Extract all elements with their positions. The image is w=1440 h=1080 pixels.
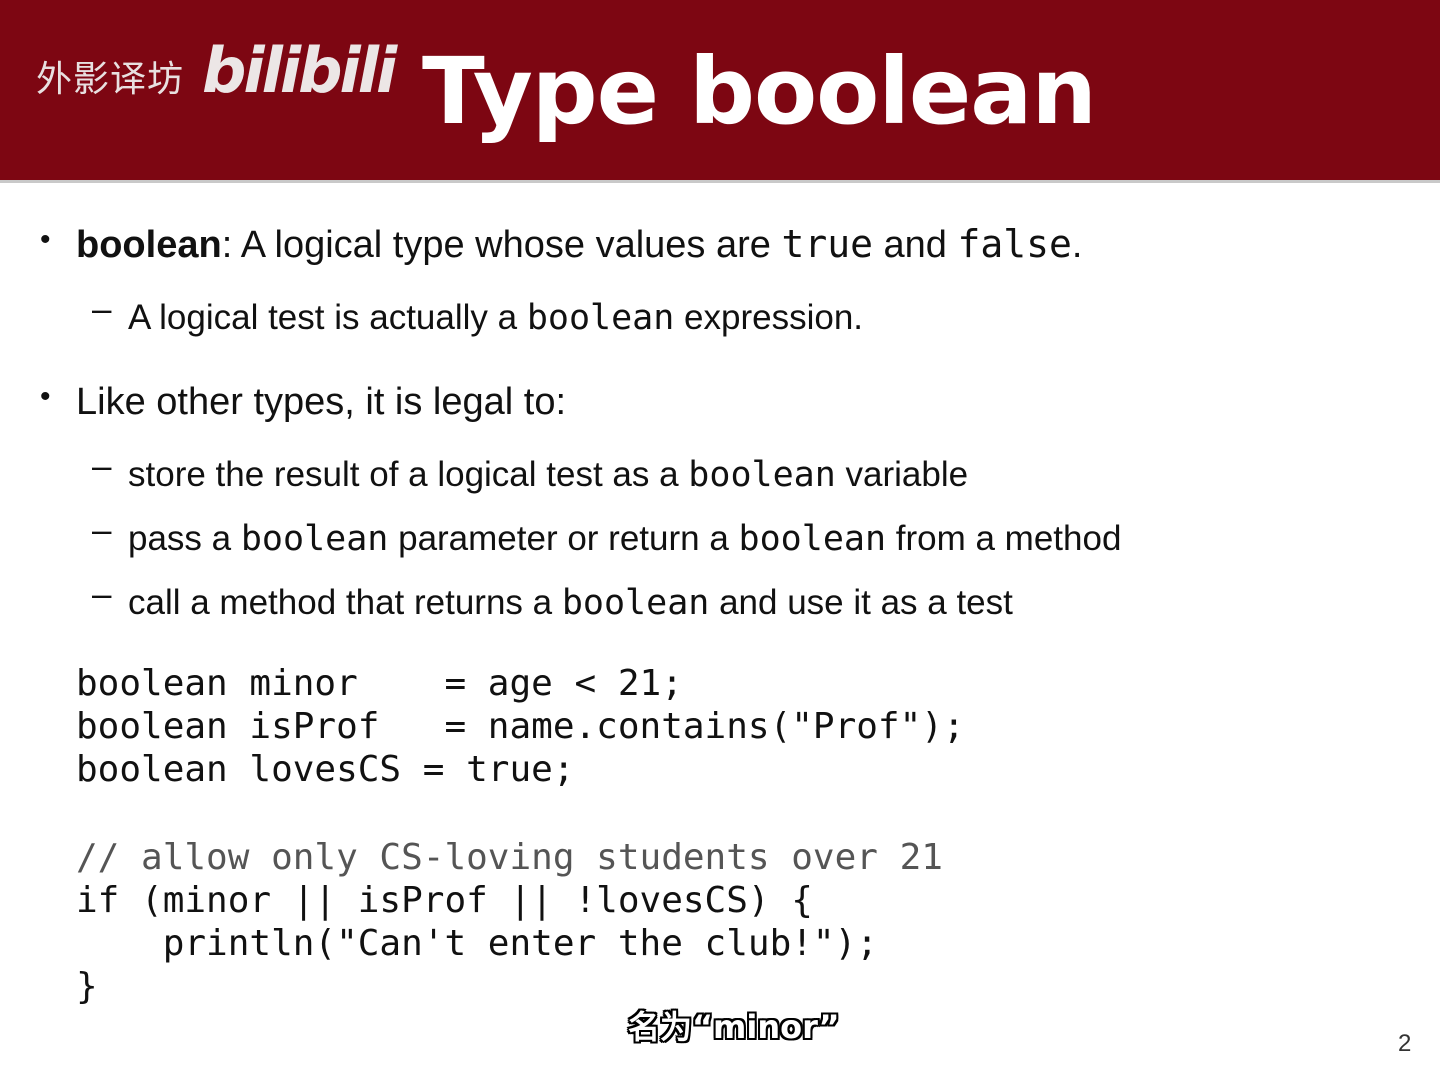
code-line: boolean minor = age < 21; (76, 663, 683, 704)
sub-bullet-text: parameter or return a (388, 519, 739, 558)
code-comment: // allow only CS-loving students over 21 (76, 837, 943, 878)
sub-bullet-logical-test: – A logical test is actually a boolean ex… (92, 290, 863, 338)
sub-bullet-text: pass a (128, 519, 241, 558)
code-true: true (781, 222, 873, 266)
slide-header: 外影译坊 bilibili Type boolean (0, 0, 1440, 183)
bullet-like-other-types: • Like other types, it is legal to: (40, 380, 566, 424)
dash-icon: – (92, 290, 112, 329)
term-boolean: boolean (76, 224, 222, 266)
sub-bullet-text: store the result of a logical test as a (128, 455, 689, 494)
bullet-text: Like other types, it is legal to: (76, 381, 567, 423)
code-boolean: boolean (738, 519, 887, 559)
bullet-dot-icon: • (40, 380, 51, 413)
code-boolean: boolean (526, 298, 675, 338)
bullet-boolean-definition: • boolean: A logical type whose values ar… (40, 222, 1082, 267)
dash-icon: – (92, 575, 112, 614)
sub-bullet-store-result: – store the result of a logical test as a… (92, 447, 968, 495)
bullet-text: and (872, 224, 958, 266)
code-line: if (minor || isProf || !lovesCS) { (76, 880, 813, 921)
sub-bullet-text: call a method that returns a (128, 583, 562, 622)
video-subtitle: 名为“minor” (628, 1008, 840, 1046)
bullet-text: . (1071, 224, 1083, 266)
code-line: boolean isProf = name.contains("Prof"); (76, 706, 965, 747)
watermark-text: 外影译坊 (36, 59, 185, 100)
sub-bullet-text: and use it as a test (709, 583, 1013, 622)
sub-bullet-text: expression. (674, 298, 864, 337)
code-boolean: boolean (561, 583, 710, 623)
sub-bullet-pass-parameter: – pass a boolean parameter or return a bo… (92, 511, 1121, 559)
dash-icon: – (92, 511, 112, 550)
code-boolean: boolean (688, 455, 836, 495)
page-number: 2 (1398, 1030, 1412, 1057)
slide-title: Type boolean (422, 38, 1097, 145)
code-block-declarations: boolean minor = age < 21; boolean isProf … (76, 662, 965, 791)
bullet-text: : A logical type whose values are (221, 224, 782, 266)
code-false: false (957, 222, 1072, 266)
code-line: boolean lovesCS = true; (76, 749, 575, 790)
dash-icon: – (92, 447, 112, 486)
bilibili-logo: bilibili (202, 34, 397, 107)
code-boolean: boolean (240, 519, 389, 559)
sub-bullet-call-method: – call a method that returns a boolean an… (92, 575, 1013, 623)
sub-bullet-text: A logical test is actually a (128, 298, 527, 337)
code-line: println("Can't enter the club!"); (76, 923, 878, 964)
bullet-dot-icon: • (40, 223, 51, 256)
code-block-if: // allow only CS-loving students over 21… (76, 836, 943, 1008)
sub-bullet-text: variable (835, 455, 969, 494)
sub-bullet-text: from a method (886, 519, 1122, 558)
